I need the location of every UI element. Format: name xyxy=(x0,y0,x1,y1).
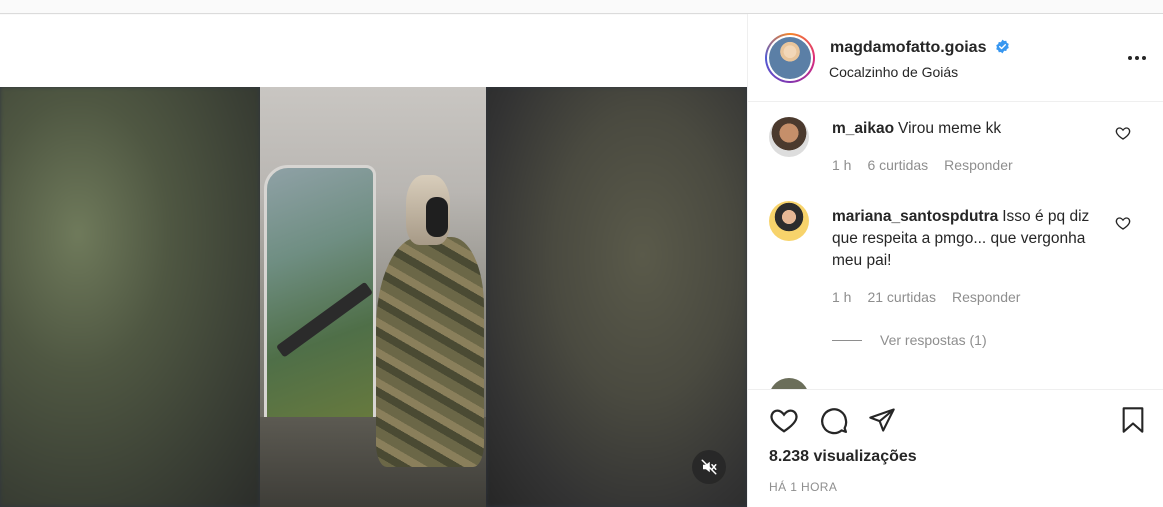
view-replies-button[interactable]: Ver respostas (1) xyxy=(832,332,987,348)
comment-time: 1 h xyxy=(832,289,852,305)
commenter-avatar[interactable] xyxy=(769,201,809,241)
comment-time: 1 h xyxy=(832,157,852,173)
like-button[interactable] xyxy=(768,404,800,436)
commenter-avatar[interactable] xyxy=(769,378,809,389)
save-button[interactable] xyxy=(1117,404,1149,436)
share-icon xyxy=(869,408,895,432)
post-location[interactable]: Cocalzinho de Goiás xyxy=(829,64,958,80)
replies-divider-line xyxy=(832,339,862,341)
video-frame xyxy=(260,87,486,507)
view-replies-label: Ver respostas (1) xyxy=(880,332,987,348)
heart-icon xyxy=(770,409,798,433)
helicopter-window xyxy=(264,165,376,455)
mute-toggle-button[interactable] xyxy=(692,450,726,484)
more-options-icon[interactable] xyxy=(1125,52,1149,64)
headphones xyxy=(426,197,448,237)
bookmark-icon xyxy=(1122,407,1144,433)
comment-meta: 1 h 21 curtidas Responder xyxy=(832,289,1020,305)
person-figure xyxy=(376,237,484,467)
video-player[interactable] xyxy=(0,87,747,507)
comment-text: Virou meme kk xyxy=(898,120,1002,137)
comments-list: m_aikao Virou meme kk 1 h 6 curtidas Resp… xyxy=(748,103,1163,389)
author-username[interactable]: magdamofatto.goias xyxy=(830,39,1010,57)
comment-button[interactable] xyxy=(818,404,850,436)
author-username-text[interactable]: magdamofatto.goias xyxy=(830,39,986,56)
reply-button[interactable]: Responder xyxy=(944,157,1013,173)
reply-button[interactable]: Responder xyxy=(952,289,1021,305)
heart-icon[interactable] xyxy=(1115,215,1131,231)
post-header: magdamofatto.goias Cocalzinho de Goiás xyxy=(748,14,1163,102)
author-avatar[interactable] xyxy=(765,33,815,83)
share-button[interactable] xyxy=(866,404,898,436)
commenter-username[interactable]: m_aikao xyxy=(832,120,894,137)
comment-icon xyxy=(821,408,848,435)
media-top-space xyxy=(0,15,747,87)
post-actions: 8.238 visualizações HÁ 1 HORA xyxy=(748,389,1163,507)
commenter-avatar[interactable] xyxy=(769,117,809,157)
commenter-username[interactable]: mariana_santospdutra xyxy=(832,208,998,225)
comment-body: m_aikao Virou meme kk xyxy=(832,118,1102,140)
comment-likes[interactable]: 6 curtidas xyxy=(867,157,928,173)
top-bar xyxy=(0,0,1163,14)
post-timestamp[interactable]: HÁ 1 HORA xyxy=(769,480,837,494)
heart-icon[interactable] xyxy=(1115,125,1131,141)
video-blurred-background-right xyxy=(486,87,747,507)
views-count[interactable]: 8.238 visualizações xyxy=(769,448,917,466)
video-blurred-background-left xyxy=(0,87,260,507)
comment-meta: 1 h 6 curtidas Responder xyxy=(832,157,1013,173)
comment-body: mariana_santospdutra Isso é pq diz que re… xyxy=(832,206,1102,272)
post-side-panel: magdamofatto.goias Cocalzinho de Goiás m… xyxy=(747,14,1163,507)
comment-likes[interactable]: 21 curtidas xyxy=(867,289,935,305)
volume-muted-icon xyxy=(701,459,717,475)
verified-badge-icon xyxy=(996,39,1009,54)
